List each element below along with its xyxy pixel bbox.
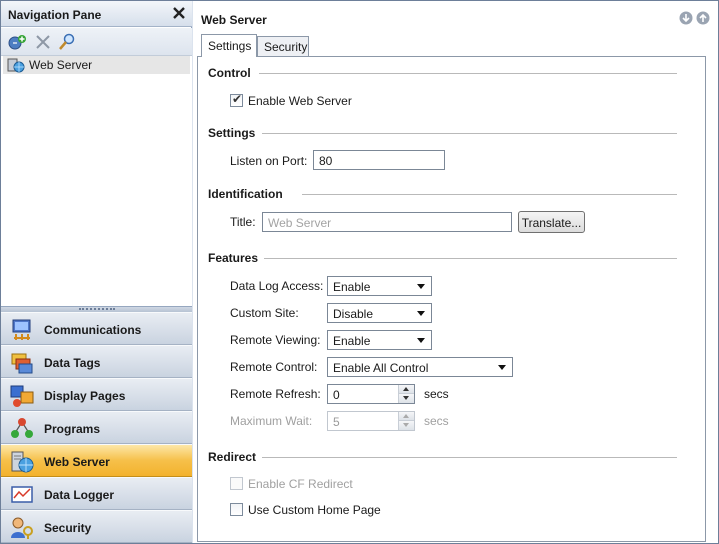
remote-refresh-label: Remote Refresh: [230, 387, 321, 401]
nav-button-web-server[interactable]: Web Server [1, 444, 192, 477]
enable-web-server-label: Enable Web Server [248, 94, 352, 108]
data-log-access-value: Enable [333, 280, 371, 294]
tab-security[interactable]: Security [257, 36, 309, 56]
communications-icon [12, 319, 31, 340]
maximum-wait-value: 5 [333, 415, 340, 429]
main-panel: Web Server Settings Security Control ✔ E… [193, 1, 718, 543]
arrow-down-icon[interactable] [679, 11, 693, 25]
title-input[interactable]: Web Server [262, 212, 512, 232]
maximum-wait-label: Maximum Wait: [230, 414, 313, 428]
section-divider [262, 133, 677, 134]
navigation-toolbar [1, 28, 192, 56]
stepper-up-icon[interactable] [399, 385, 414, 394]
nav-button-label: Data Tags [44, 356, 101, 370]
stepper-down-icon[interactable] [399, 394, 414, 403]
navigation-pane-header: Navigation Pane [1, 1, 192, 27]
nav-button-programs[interactable]: Programs [1, 411, 192, 444]
use-custom-home-page-label: Use Custom Home Page [248, 503, 381, 517]
close-icon[interactable] [170, 4, 188, 22]
page-title: Web Server [201, 13, 267, 27]
web-server-icon [7, 58, 25, 73]
title-input-placeholder: Web Server [268, 216, 332, 230]
settings-tab-content: Control ✔ Enable Web Server Settings Lis… [197, 56, 706, 542]
stepper-buttons [398, 385, 414, 403]
stepper-buttons [398, 412, 414, 430]
navigation-pane: Navigation Pane Web Server Communication… [1, 1, 192, 543]
navigation-tree: Web Server [1, 56, 192, 306]
custom-site-value: Disable [333, 307, 374, 321]
tree-item-web-server[interactable]: Web Server [3, 56, 190, 74]
section-title-settings: Settings [208, 126, 256, 140]
enable-cf-redirect-label: Enable CF Redirect [248, 477, 353, 491]
translate-button-label: Translate... [521, 216, 582, 230]
nav-button-label: Programs [44, 422, 101, 436]
nav-button-security[interactable]: Security [1, 510, 192, 543]
remote-control-select[interactable]: Enable All Control [327, 357, 513, 377]
nav-button-label: Communications [44, 323, 142, 337]
section-title-features: Features [208, 251, 259, 265]
data-logger-icon [11, 486, 33, 503]
port-value: 80 [319, 154, 333, 168]
remote-refresh-value: 0 [333, 388, 340, 402]
nav-button-label: Web Server [44, 455, 110, 469]
nav-button-label: Display Pages [44, 389, 126, 403]
custom-site-select[interactable]: Disable [327, 303, 432, 323]
remote-viewing-select[interactable]: Enable [327, 330, 432, 350]
add-icon[interactable] [7, 33, 27, 51]
remote-control-value: Enable All Control [333, 361, 429, 375]
check-icon: ✔ [232, 92, 243, 106]
translate-button[interactable]: Translate... [518, 211, 585, 233]
main-header: Web Server [193, 1, 718, 33]
tab-security-label: Security [264, 40, 308, 54]
tree-item-label: Web Server [29, 58, 93, 72]
section-title-control: Control [208, 66, 251, 80]
section-divider [262, 457, 677, 458]
find-icon[interactable] [57, 33, 77, 51]
delete-icon[interactable] [33, 33, 53, 51]
title-label: Title: [230, 215, 256, 229]
section-divider [259, 73, 677, 74]
custom-site-label: Custom Site: [230, 306, 299, 320]
navigation-pane-title: Navigation Pane [8, 8, 102, 22]
chevron-down-icon [417, 284, 425, 289]
nav-button-label: Security [44, 521, 92, 535]
data-log-access-select[interactable]: Enable [327, 276, 432, 296]
nav-button-display-pages[interactable]: Display Pages [1, 378, 192, 411]
chevron-down-icon [498, 365, 506, 370]
maximum-wait-stepper[interactable]: 5 [327, 411, 415, 431]
tab-settings-label: Settings [208, 39, 252, 53]
nav-button-data-tags[interactable]: Data Tags [1, 345, 192, 378]
remote-viewing-label: Remote Viewing: [230, 333, 321, 347]
section-title-redirect: Redirect [208, 450, 257, 464]
port-label: Listen on Port: [230, 154, 308, 168]
chevron-down-icon [417, 338, 425, 343]
arrow-up-icon[interactable] [696, 11, 710, 25]
port-input[interactable]: 80 [313, 150, 445, 170]
nav-button-data-logger[interactable]: Data Logger [1, 477, 192, 510]
section-title-identification: Identification [208, 187, 283, 201]
data-log-access-label: Data Log Access: [230, 279, 324, 293]
stepper-down-icon[interactable] [399, 421, 414, 430]
enable-web-server-checkbox[interactable]: ✔ [230, 92, 243, 107]
web-server-icon [11, 451, 34, 473]
use-custom-home-page-checkbox[interactable] [230, 503, 243, 516]
nav-button-communications[interactable]: Communications [1, 312, 192, 345]
maximum-wait-unit: secs [424, 414, 449, 428]
nav-button-label: Data Logger [44, 488, 115, 502]
enable-cf-redirect-checkbox[interactable] [230, 477, 243, 490]
remote-control-label: Remote Control: [230, 360, 318, 374]
tab-settings[interactable]: Settings [201, 34, 257, 57]
remote-viewing-value: Enable [333, 334, 371, 348]
stepper-up-icon[interactable] [399, 412, 414, 421]
section-divider [264, 258, 677, 259]
chevron-down-icon [417, 311, 425, 316]
programs-icon [11, 418, 33, 438]
remote-refresh-stepper[interactable]: 0 [327, 384, 415, 404]
security-icon [11, 517, 33, 539]
remote-refresh-unit: secs [424, 387, 449, 401]
data-tags-icon [11, 353, 33, 374]
section-divider [302, 194, 677, 195]
display-pages-icon [10, 385, 34, 407]
